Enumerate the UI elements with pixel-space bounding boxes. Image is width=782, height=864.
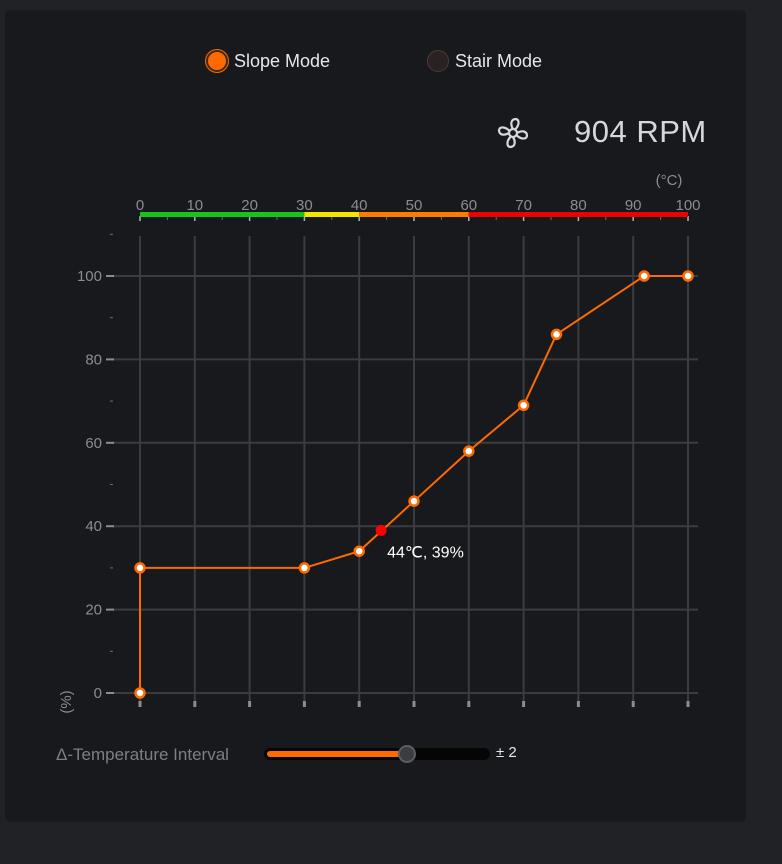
temperature-interval-slider[interactable] (264, 745, 490, 763)
slope-mode-radio[interactable] (206, 50, 228, 72)
stair-mode-label: Stair Mode (455, 50, 543, 71)
stair-mode-option[interactable]: Stair Mode (427, 50, 542, 72)
fan-icon (497, 117, 529, 149)
fan-rpm-readout: 904 RPM (574, 114, 707, 149)
temperature-interval-label: Δ-Temperature Interval (56, 745, 229, 764)
slope-mode-label: Slope Mode (234, 50, 331, 71)
slider-fill (267, 751, 408, 757)
stair-mode-radio[interactable] (427, 50, 449, 72)
temperature-interval-value: ± 2 (496, 744, 517, 761)
slope-mode-option[interactable]: Slope Mode (206, 50, 330, 72)
